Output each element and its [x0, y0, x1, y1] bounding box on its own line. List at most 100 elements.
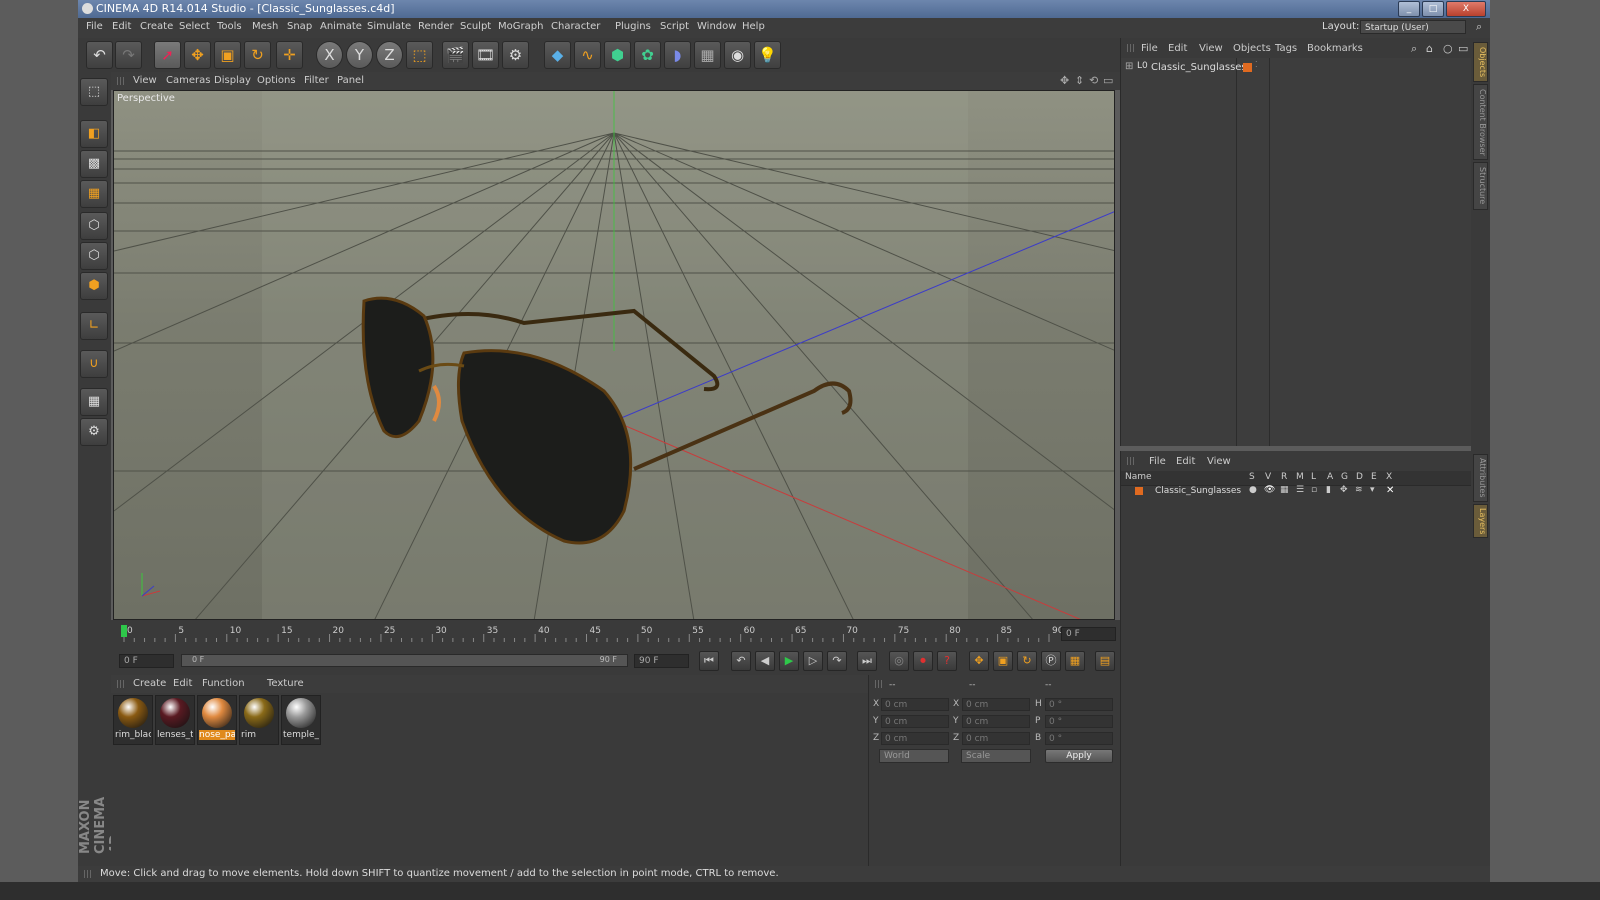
visible-toggle-icon[interactable]: 👁	[1264, 485, 1275, 495]
col-e[interactable]: E	[1371, 472, 1377, 482]
z-axis-icon[interactable]: Z	[376, 41, 403, 69]
undo-icon[interactable]: ↶	[86, 41, 113, 69]
tab-layers[interactable]: Layers	[1473, 504, 1488, 538]
snap-settings-icon[interactable]: ⚙	[80, 418, 108, 446]
record-scale-icon[interactable]: ▣	[993, 651, 1013, 671]
rotate-icon[interactable]: ↻	[244, 41, 271, 69]
layer-name[interactable]: Classic_Sunglasses	[1155, 486, 1241, 496]
col-r[interactable]: R	[1281, 472, 1287, 482]
vp-menu-display[interactable]: Display	[214, 75, 251, 86]
maximize-button[interactable]: □	[1422, 1, 1444, 17]
material-swatch[interactable]: lenses_t	[155, 695, 195, 745]
mat-menu-function[interactable]: Function	[202, 678, 245, 689]
magnet-icon[interactable]: ∪	[80, 350, 108, 378]
record-rotation-icon[interactable]: ↻	[1017, 651, 1037, 671]
keyframe-selection-icon[interactable]: ?	[937, 651, 957, 671]
move-icon[interactable]: ✥	[184, 41, 211, 69]
coordinate-mode-dropdown[interactable]: World	[879, 749, 949, 763]
recent-tool-icon[interactable]: ✛	[276, 41, 303, 69]
lock-toggle-icon[interactable]: ▫	[1311, 485, 1317, 495]
menu-help[interactable]: Help	[742, 21, 765, 32]
end-frame-field[interactable]: 90 F	[634, 654, 689, 668]
redo-icon[interactable]: ↷	[115, 41, 142, 69]
coordinate-system-icon[interactable]: ⬚	[406, 41, 433, 69]
close-button[interactable]: X	[1446, 1, 1486, 17]
menu-snap[interactable]: Snap	[287, 21, 312, 32]
material-swatch-selected[interactable]: nose_pa	[197, 695, 237, 745]
manager-toggle-icon[interactable]: ☰	[1296, 485, 1304, 495]
range-slider[interactable]: 0 F 90 F	[181, 654, 628, 667]
menu-window[interactable]: Window	[697, 21, 736, 32]
tab-attributes[interactable]: Attributes	[1473, 454, 1488, 502]
start-frame-field[interactable]: 0 F	[119, 654, 174, 668]
pos-x-field[interactable]: 0 cm	[881, 698, 949, 711]
vp-menu-options[interactable]: Options	[257, 75, 296, 86]
col-x[interactable]: X	[1386, 472, 1392, 482]
record-point-level-icon[interactable]: ▦	[1065, 651, 1085, 671]
live-select-icon[interactable]: ➚	[154, 41, 181, 69]
visibility-dots-icon[interactable]: ⁚	[1255, 60, 1258, 69]
timeline[interactable]: 0 5 10 15 20 25 30 35 40 45 50 55 60 65 70 75 80 85 90 0 F	[111, 620, 1120, 648]
layer-color-icon[interactable]	[1135, 487, 1143, 495]
render-settings-icon[interactable]: ⚙	[502, 41, 529, 69]
vp-menu-view[interactable]: View	[133, 75, 157, 86]
rot-p-field[interactable]: 0 °	[1045, 715, 1113, 728]
panel-options-icon[interactable]: ▭	[1458, 42, 1468, 55]
spline-icon[interactable]: ∿	[574, 41, 601, 69]
expand-icon[interactable]: ⊞	[1125, 61, 1133, 72]
record-parameter-icon[interactable]: Ⓟ	[1041, 651, 1061, 671]
menu-mesh[interactable]: Mesh	[252, 21, 278, 32]
workplane-icon[interactable]: ▦	[80, 180, 108, 208]
render-picture-viewer-icon[interactable]: 🎞	[472, 41, 499, 69]
make-editable-icon[interactable]: ⬚	[80, 78, 108, 106]
layout-select[interactable]: Startup (User)	[1360, 20, 1466, 34]
render-view-icon[interactable]: 🎬	[442, 41, 469, 69]
autokey-icon[interactable]: ⏺	[913, 651, 933, 671]
texture-mode-icon[interactable]: ▩	[80, 150, 108, 178]
maximize-view-icon[interactable]: ▭	[1103, 74, 1113, 87]
menu-character[interactable]: Character	[551, 21, 600, 32]
axis-mode-icon[interactable]: ∟	[80, 312, 108, 340]
menu-script[interactable]: Script	[660, 21, 689, 32]
layer-menu-view[interactable]: View	[1207, 456, 1231, 467]
menu-mograph[interactable]: MoGraph	[498, 21, 543, 32]
search-icon[interactable]: ⌕	[1411, 42, 1417, 56]
col-m[interactable]: M	[1296, 472, 1304, 482]
obj-menu-file[interactable]: File	[1141, 43, 1158, 54]
rot-b-field[interactable]: 0 °	[1045, 732, 1113, 745]
size-x-field[interactable]: 0 cm	[962, 698, 1030, 711]
mat-menu-edit[interactable]: Edit	[173, 678, 192, 689]
menu-file[interactable]: File	[86, 21, 103, 32]
menu-animate[interactable]: Animate	[320, 21, 362, 32]
mat-menu-create[interactable]: Create	[133, 678, 166, 689]
menu-edit[interactable]: Edit	[112, 21, 131, 32]
rotate-view-icon[interactable]: ⟲	[1089, 74, 1098, 87]
tab-structure[interactable]: Structure	[1473, 162, 1488, 210]
col-g[interactable]: G	[1341, 472, 1348, 482]
go-to-end-icon[interactable]: ⏭	[857, 651, 877, 671]
deformer-toggle-icon[interactable]: ≋	[1355, 485, 1363, 495]
name-column-header[interactable]: Name	[1125, 472, 1152, 482]
polygons-mode-icon[interactable]: ⬢	[80, 272, 108, 300]
zoom-view-icon[interactable]: ⇕	[1075, 74, 1084, 87]
search-icon[interactable]: ⌕	[1476, 20, 1482, 34]
pos-z-field[interactable]: 0 cm	[881, 732, 949, 745]
menu-render[interactable]: Render	[418, 21, 454, 32]
scale-icon[interactable]: ▣	[214, 41, 241, 69]
step-back-icon[interactable]: ◀	[755, 651, 775, 671]
obj-menu-edit[interactable]: Edit	[1168, 43, 1187, 54]
menu-sculpt[interactable]: Sculpt	[460, 21, 491, 32]
obj-menu-view[interactable]: View	[1199, 43, 1223, 54]
go-to-start-icon[interactable]: ⏮	[699, 651, 719, 671]
layer-row[interactable]: Classic_Sunglasses ● 👁 ▦ ☰ ▫ ▮ ✥ ≋ ▾ ✕	[1121, 485, 1472, 499]
deformer-icon[interactable]: ◗	[664, 41, 691, 69]
generator-toggle-icon[interactable]: ✥	[1340, 485, 1348, 495]
expression-toggle-icon[interactable]: ▾	[1370, 485, 1375, 495]
mat-menu-texture[interactable]: Texture	[267, 678, 304, 689]
nurbs-icon[interactable]: ⬢	[604, 41, 631, 69]
3d-viewport[interactable]: Perspective	[113, 90, 1115, 620]
menu-simulate[interactable]: Simulate	[367, 21, 411, 32]
camera-icon[interactable]: ◉	[724, 41, 751, 69]
xref-toggle-icon[interactable]: ✕	[1386, 485, 1394, 496]
material-swatch[interactable]: rim_blac	[113, 695, 153, 745]
